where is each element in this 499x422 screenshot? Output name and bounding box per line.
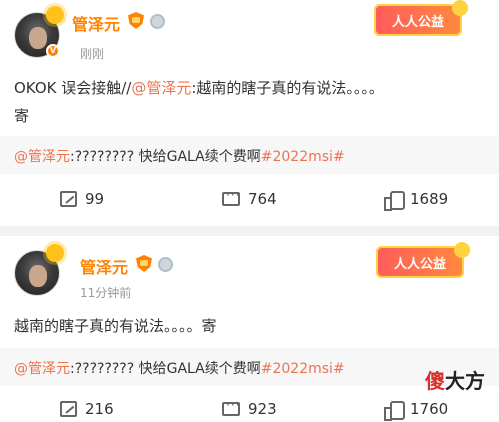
post-time[interactable]: 11分钟前	[80, 284, 131, 301]
watermark: 傻大方	[425, 369, 485, 393]
post-text: 越南的瞎子真的有说法。。。。寄	[14, 317, 217, 335]
comment-button[interactable]: 923	[222, 398, 277, 418]
post-divider	[0, 226, 499, 236]
flower-icon	[454, 242, 470, 258]
mention-link[interactable]: @管泽元	[14, 149, 70, 165]
member-shield-icon[interactable]	[128, 12, 144, 29]
charity-badge[interactable]: 人人公益	[376, 242, 470, 278]
member-shield-icon[interactable]	[136, 255, 152, 272]
like-button[interactable]: 1760	[384, 400, 448, 421]
forward-button[interactable]: 216	[60, 400, 114, 418]
mention-link[interactable]: @管泽元	[14, 361, 70, 377]
comment-button[interactable]: 764	[222, 188, 277, 208]
weibo-post-2: 管泽元 11分钟前 人人公益 越南的瞎子真的有说法。。。。寄 @管泽元:????…	[0, 236, 499, 422]
charity-badge[interactable]: 人人公益	[374, 0, 468, 36]
medal-icon[interactable]	[158, 257, 173, 272]
sun-icon	[46, 244, 64, 262]
forward-icon	[60, 191, 77, 207]
mention-link[interactable]: @管泽元	[131, 79, 191, 97]
post-text: OKOK 误会接触//@管泽元:越南的瞎子真的有说法。。。。 寄	[14, 79, 384, 125]
thumbs-up-icon	[384, 190, 405, 211]
medal-icon[interactable]	[150, 14, 165, 29]
post-time[interactable]: 刚刚	[80, 45, 104, 62]
thumbs-up-icon	[384, 400, 405, 421]
repost-box[interactable]: @管泽元:???????? 快给GALA续个费啊#2022msi#	[0, 136, 499, 174]
hashtag-link[interactable]: #2022msi#	[261, 149, 345, 165]
forward-button[interactable]: 99	[60, 190, 104, 208]
weibo-post-1: V 管泽元 刚刚 人人公益 OKOK 误会接触//@管泽元:越南的瞎子真的有说法…	[0, 0, 499, 226]
comment-icon	[222, 188, 240, 206]
flower-icon	[452, 0, 468, 16]
like-button[interactable]: 1689	[384, 190, 448, 211]
verified-icon: V	[46, 44, 60, 58]
username[interactable]: 管泽元	[72, 11, 120, 35]
sun-icon	[46, 6, 64, 24]
hashtag-link[interactable]: #2022msi#	[261, 361, 345, 377]
forward-icon	[60, 401, 77, 417]
username[interactable]: 管泽元	[80, 254, 128, 278]
comment-icon	[222, 398, 240, 416]
